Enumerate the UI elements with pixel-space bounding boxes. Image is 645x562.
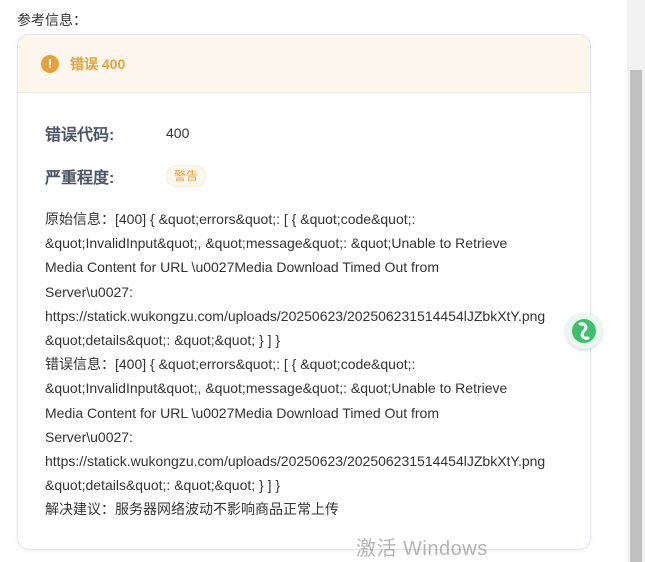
page: 参考信息： ! 错误 400 错误代码: 400 严重程度: 警告 原始信息：[… [0,0,645,562]
error-code-row: 错误代码: 400 [45,121,189,145]
detail-line: Media Content for URL \u0027Media Downlo… [45,404,440,421]
detail-line: &quot;details&quot;: &quot;&quot; } ] } [45,477,281,494]
exclamation-circle-icon: ! [41,54,59,73]
scrollbar-thumb[interactable] [630,70,642,562]
detail-line: &quot;InvalidInput&quot;, &quot;message&… [45,235,508,252]
detail-line: &quot;InvalidInput&quot;, &quot;message&… [45,380,508,397]
detail-line: https://statick.wukongzu.com/uploads/202… [45,452,546,469]
assistant-logo-icon [572,319,596,343]
card-title: 错误 400 [70,55,126,72]
severity-label: 严重程度: [45,170,115,187]
assistant-float-button[interactable] [566,313,602,349]
reference-label: 参考信息： [17,12,87,28]
windows-activation-watermark: 激活 Windows [356,538,488,560]
detail-line: Media Content for URL \u0027Media Downlo… [45,259,440,276]
error-card: ! 错误 400 错误代码: 400 严重程度: 警告 原始信息：[400] {… [17,34,591,550]
detail-line: 错误信息：[400] { &quot;errors&quot;: [ { &qu… [45,356,416,373]
error-code-value: 400 [166,125,190,141]
card-header: ! 错误 400 [18,35,590,93]
detail-line: Server\u0027: [45,428,133,445]
severity-badge: 警告 [166,165,207,187]
detail-line: 解决建议：服务器网络波动不影响商品正常上传 [45,501,339,518]
detail-line: &quot;details&quot;: &quot;&quot; } ] } [45,331,281,348]
severity-row: 严重程度: 警告 [45,164,207,188]
detail-line: 原始信息：[400] { &quot;errors&quot;: [ { &qu… [45,211,416,227]
detail-line: Server\u0027: [45,283,133,300]
detail-line: https://statick.wukongzu.com/uploads/202… [45,307,546,324]
error-details: 原始信息：[400] { &quot;errors&quot;: [ { &qu… [45,207,590,521]
error-code-label: 错误代码: [45,127,115,144]
